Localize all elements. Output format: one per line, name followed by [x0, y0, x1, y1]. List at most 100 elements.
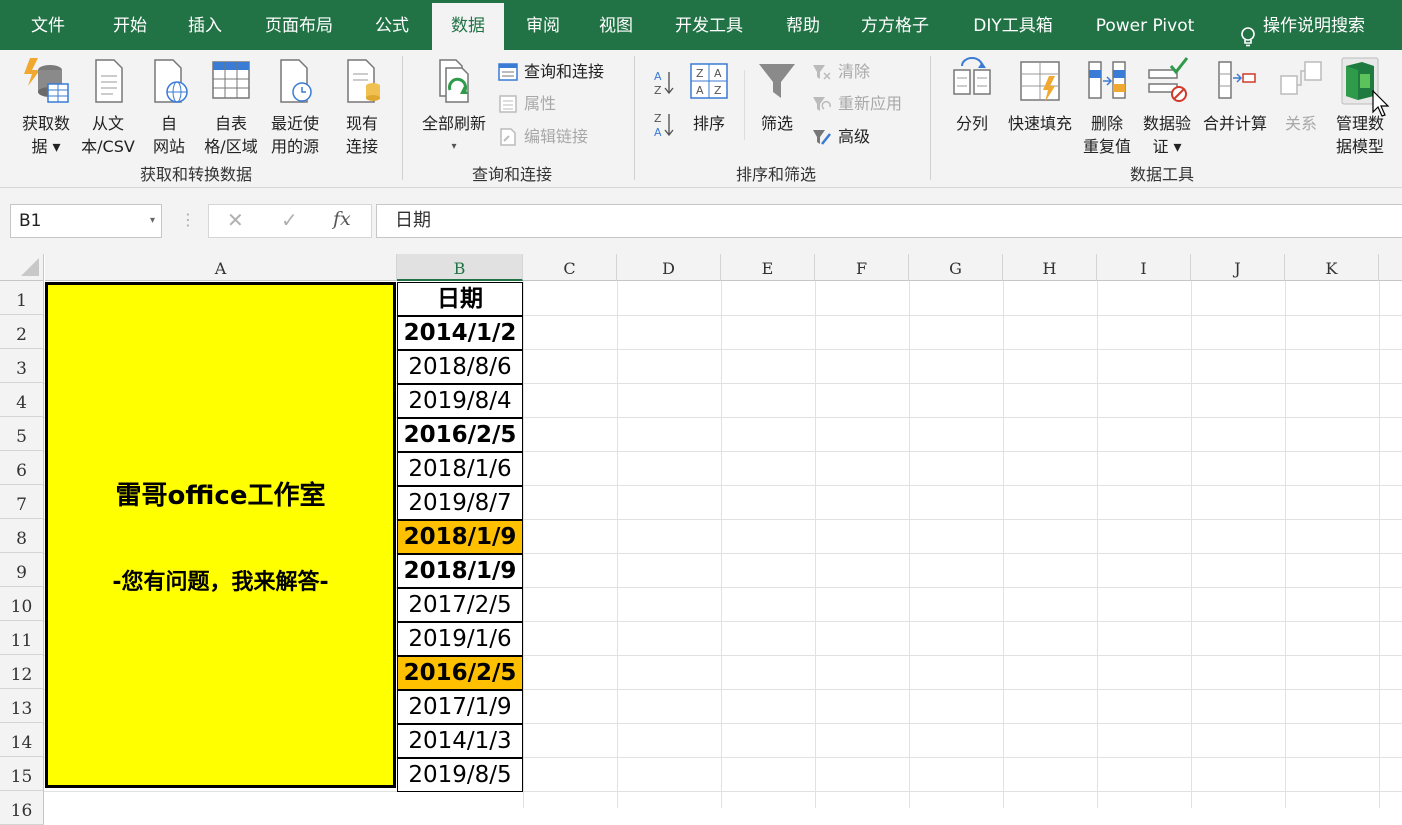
column-header-j[interactable]: J [1191, 254, 1285, 281]
sort-button[interactable]: ZAAZ 排序 [684, 60, 734, 135]
cell-b8[interactable]: 2018/1/9 [397, 520, 523, 554]
cell-b3[interactable]: 2018/8/6 [397, 350, 523, 384]
existing-connections-button[interactable]: 现有 连接 [336, 56, 388, 158]
row-header-5[interactable]: 5 [0, 417, 44, 451]
column-header-i[interactable]: I [1097, 254, 1191, 281]
data-validation-label-2: 证 ▾ [1152, 137, 1182, 156]
cell-b14[interactable]: 2014/1/3 [397, 724, 523, 758]
row-header-4[interactable]: 4 [0, 383, 44, 417]
row-header-2[interactable]: 2 [0, 315, 44, 349]
tell-me-search[interactable]: 操作说明搜索 [1228, 0, 1378, 50]
tab-developer[interactable]: 开发工具 [672, 0, 746, 50]
from-web-button[interactable]: 自 网站 [146, 56, 192, 158]
cell-b12[interactable]: 2016/2/5 [397, 656, 523, 690]
enter-check-icon[interactable]: ✓ [281, 208, 298, 232]
column-header-k[interactable]: K [1285, 254, 1379, 281]
properties-button[interactable]: 属性 [498, 92, 556, 116]
chevron-down-icon[interactable]: ▾ [150, 205, 155, 237]
row-header-1[interactable]: 1 [0, 281, 44, 315]
from-text-csv-button[interactable]: 从文 本/CSV [76, 56, 140, 158]
row-header-6[interactable]: 6 [0, 451, 44, 485]
cell-b13[interactable]: 2017/1/9 [397, 690, 523, 724]
cell-b5[interactable]: 2016/2/5 [397, 418, 523, 452]
text-to-columns-button[interactable]: 分列 [946, 56, 998, 135]
menu-tab-bar: 文件 开始 插入 页面布局 公式 数据 审阅 视图 开发工具 帮助 方方格子 D… [0, 0, 1402, 53]
cell-b15[interactable]: 2019/8/5 [397, 758, 523, 792]
get-data-label-1: 获取数 [21, 114, 70, 133]
from-text-label-2: 本/CSV [81, 137, 135, 156]
cancel-icon[interactable]: ✕ [227, 208, 244, 232]
cell-b7[interactable]: 2019/8/7 [397, 486, 523, 520]
refresh-all-label: 全部刷新 [421, 114, 486, 133]
column-header-a[interactable]: A [45, 254, 397, 281]
queries-connections-button[interactable]: 查询和连接 [498, 60, 604, 84]
tab-insert[interactable]: 插入 [185, 0, 225, 50]
row-header-14[interactable]: 14 [0, 723, 44, 757]
row-header-10[interactable]: 10 [0, 587, 44, 621]
text-file-icon [95, 59, 123, 103]
get-data-button[interactable]: 获取数 据 ▾ [14, 56, 78, 158]
column-header-l[interactable] [1379, 254, 1402, 281]
refresh-all-button[interactable]: 全部刷新 ▾ [414, 56, 494, 158]
column-header-b[interactable]: B [397, 254, 523, 281]
row-header-9[interactable]: 9 [0, 553, 44, 587]
select-all-corner[interactable] [0, 254, 44, 281]
tab-home[interactable]: 开始 [110, 0, 150, 50]
formula-buttons: ✕ ✓ fx [208, 204, 372, 238]
row-header-3[interactable]: 3 [0, 349, 44, 383]
name-box[interactable]: B1 ▾ [10, 204, 162, 238]
sort-ascending-button[interactable]: AZ [652, 68, 676, 98]
data-validation-icon [1148, 57, 1189, 102]
tab-fangfang[interactable]: 方方格子 [858, 0, 932, 50]
remove-duplicates-button[interactable]: 删除 重复值 [1078, 56, 1136, 158]
merged-cell-a1-a15[interactable]: 雷哥office工作室 -您有问题，我来解答- [45, 282, 396, 788]
cell-b9[interactable]: 2018/1/9 [397, 554, 523, 588]
group-separator [634, 56, 635, 180]
tab-page-layout[interactable]: 页面布局 [262, 0, 336, 50]
flash-fill-button[interactable]: 快速填充 [1002, 56, 1078, 135]
tab-file[interactable]: 文件 [28, 0, 68, 50]
clear-filter-button[interactable]: 清除 [812, 60, 870, 84]
reapply-button[interactable]: 重新应用 [812, 92, 902, 116]
group-separator [402, 56, 403, 180]
from-table-button[interactable]: 自表 格/区域 [198, 56, 264, 158]
cell-b1[interactable]: 日期 [397, 282, 523, 316]
column-header-e[interactable]: E [721, 254, 815, 281]
filter-button[interactable]: 筛选 [752, 58, 802, 135]
cell-b2[interactable]: 2014/1/2 [397, 316, 523, 350]
row-header-13[interactable]: 13 [0, 689, 44, 723]
cell-b4[interactable]: 2019/8/4 [397, 384, 523, 418]
cell-b6[interactable]: 2018/1/6 [397, 452, 523, 486]
column-header-h[interactable]: H [1003, 254, 1097, 281]
tab-review[interactable]: 审阅 [523, 0, 563, 50]
tab-diy-toolbox[interactable]: DIY工具箱 [970, 0, 1056, 50]
advanced-filter-button[interactable]: 高级 [812, 125, 870, 149]
row-header-7[interactable]: 7 [0, 485, 44, 519]
row-header-11[interactable]: 11 [0, 621, 44, 655]
row-header-12[interactable]: 12 [0, 655, 44, 689]
row-header-16[interactable]: 16 [0, 791, 44, 825]
formula-input[interactable]: 日期 [376, 204, 1402, 238]
tab-formulas[interactable]: 公式 [372, 0, 412, 50]
tab-view[interactable]: 视图 [596, 0, 636, 50]
tab-data[interactable]: 数据 [432, 3, 504, 53]
row-header-8[interactable]: 8 [0, 519, 44, 553]
data-validation-button[interactable]: 数据验 证 ▾ [1138, 56, 1196, 158]
globe-file-icon [154, 59, 188, 103]
cell-b10[interactable]: 2017/2/5 [397, 588, 523, 622]
tab-power-pivot[interactable]: Power Pivot [1093, 0, 1197, 50]
consolidate-label: 合并计算 [1202, 114, 1267, 133]
column-header-f[interactable]: F [815, 254, 909, 281]
sort-descending-button[interactable]: ZA [652, 110, 676, 140]
edit-links-button[interactable]: 编辑链接 [498, 125, 588, 149]
consolidate-button[interactable]: 合并计算 [1198, 56, 1272, 135]
column-header-c[interactable]: C [523, 254, 617, 281]
tab-help[interactable]: 帮助 [783, 0, 823, 50]
recent-sources-button[interactable]: 最近使 用的源 [264, 56, 326, 158]
column-header-d[interactable]: D [617, 254, 721, 281]
row-header-15[interactable]: 15 [0, 757, 44, 791]
column-header-g[interactable]: G [909, 254, 1003, 281]
cell-b11[interactable]: 2019/1/6 [397, 622, 523, 656]
relationships-button[interactable]: 关系 [1276, 56, 1326, 135]
insert-function-fx-icon[interactable]: fx [333, 208, 351, 230]
